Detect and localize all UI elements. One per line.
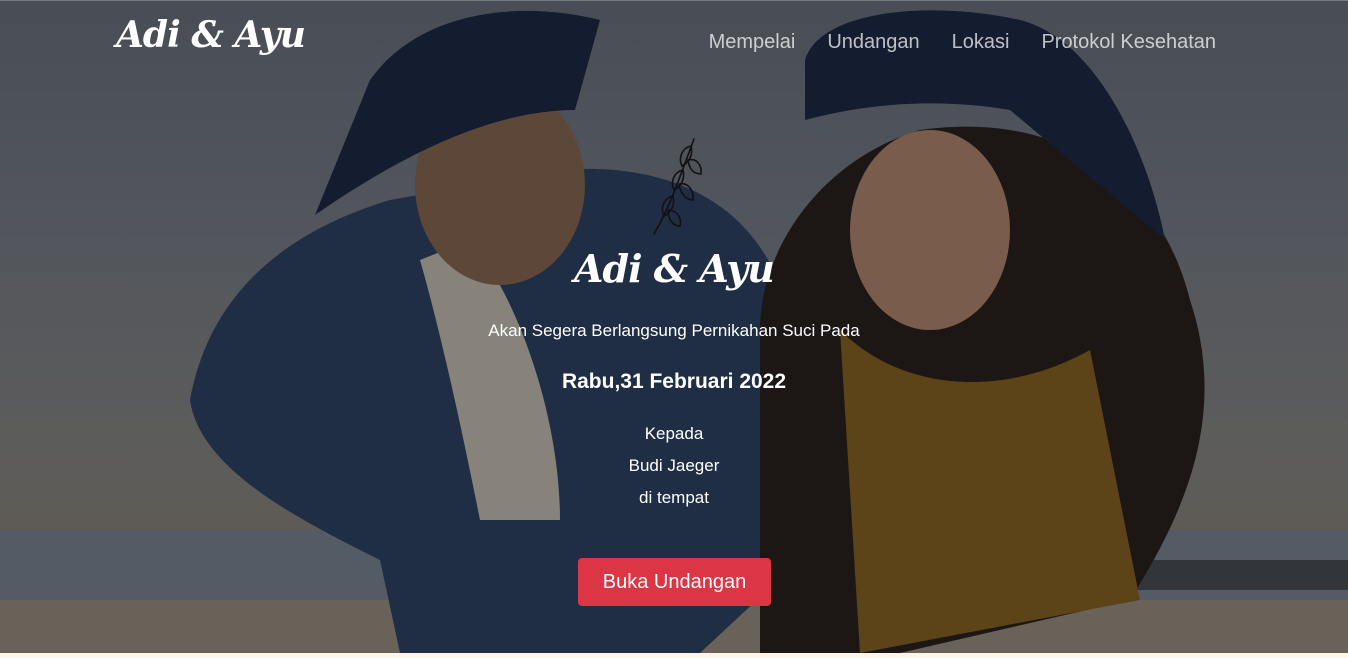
- top-divider: [0, 0, 1348, 1]
- hero-couple-names: Adi & Ayu: [574, 246, 775, 291]
- brand-logo[interactable]: Adi & Ayu: [116, 14, 306, 56]
- recipient-place: di tempat: [639, 488, 709, 507]
- page-bottom-strip: [0, 653, 1348, 658]
- hero-subtitle: Akan Segera Berlangsung Pernikahan Suci …: [488, 321, 860, 340]
- leaf-branch-icon: [653, 138, 702, 235]
- hero-section: Adi & Ayu Mempelai Undangan Lokasi Proto…: [0, 0, 1348, 653]
- main-nav: Mempelai Undangan Lokasi Protokol Keseha…: [709, 31, 1216, 54]
- nav-item-lokasi[interactable]: Lokasi: [952, 31, 1010, 54]
- nav-item-mempelai[interactable]: Mempelai: [709, 31, 796, 54]
- wedding-date: Rabu,31 Februari 2022: [561, 370, 787, 393]
- nav-item-undangan[interactable]: Undangan: [827, 31, 919, 54]
- nav-item-protokol-kesehatan[interactable]: Protokol Kesehatan: [1041, 31, 1216, 54]
- recipient-label: Kepada: [644, 424, 704, 443]
- open-invitation-button[interactable]: Buka Undangan: [578, 558, 771, 606]
- guest-name: Budi Jaeger: [628, 456, 720, 475]
